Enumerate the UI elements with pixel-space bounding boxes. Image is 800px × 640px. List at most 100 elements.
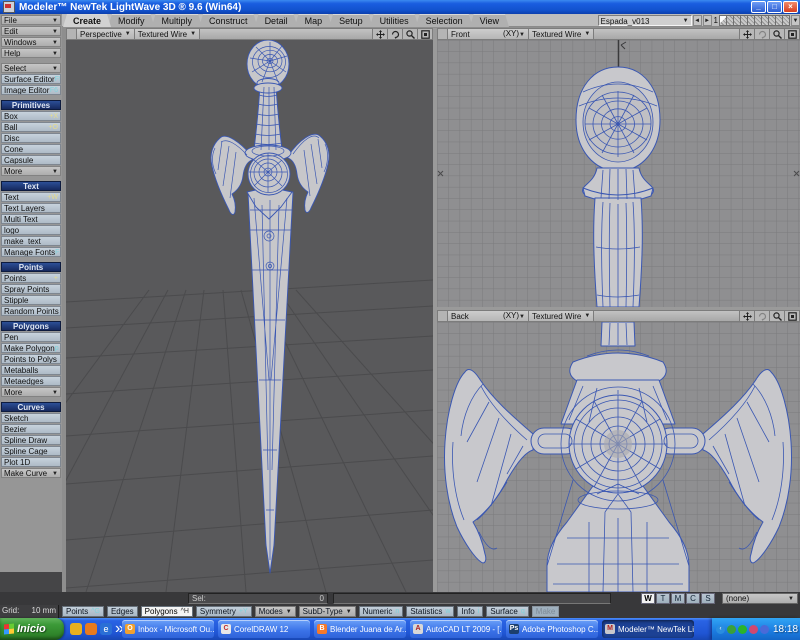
hide-icons-arrow-icon[interactable]: ‹	[716, 624, 725, 634]
viewport-corner-button[interactable]	[438, 311, 448, 321]
sidebar-item-more[interactable]: More ▼	[1, 387, 61, 397]
start-button[interactable]: Inicio	[0, 618, 64, 640]
prev-object-button[interactable]: ◄	[692, 15, 702, 26]
toolbar-button-info[interactable]: Info i	[457, 606, 484, 617]
toolbar-button-surface[interactable]: Surface q	[486, 606, 529, 617]
sidebar-item-ball[interactable]: Ball +O	[1, 122, 61, 132]
restore-button[interactable]: □	[767, 1, 782, 13]
display-settings-icon[interactable]	[760, 624, 769, 634]
pan-icon[interactable]	[739, 29, 754, 39]
viewport-corner-button[interactable]	[438, 29, 448, 39]
vmap-button-m[interactable]: M	[671, 593, 685, 604]
toolbar-button-points[interactable]: Points ^G	[62, 606, 104, 617]
vmap-button-c[interactable]: C	[686, 593, 700, 604]
pan-icon[interactable]	[372, 29, 387, 39]
sidebar-item-logo[interactable]: logo	[1, 225, 61, 235]
toolbar-button-symmetry[interactable]: Symmetry +Y	[195, 606, 252, 617]
green-status-icon[interactable]	[738, 624, 747, 634]
viewport-corner-button[interactable]	[67, 29, 77, 39]
sidebar-item-capsule[interactable]: Capsule	[1, 155, 61, 165]
task-button-autocad-lt-2009-[interactable]: A AutoCAD LT 2009 - [...	[410, 620, 502, 638]
browser-colorful-icon[interactable]	[70, 623, 82, 635]
sidebar-item-surface-editor[interactable]: Surface EditorF5	[1, 74, 61, 84]
pan-icon[interactable]	[739, 311, 754, 321]
tab-multiply[interactable]: Multiply	[152, 14, 203, 27]
rotate-icon[interactable]	[754, 311, 769, 321]
close-button[interactable]: ×	[783, 1, 798, 13]
sidebar-item-make-text[interactable]: make_text	[1, 236, 61, 246]
tab-map[interactable]: Map	[295, 14, 333, 27]
sidebar-item-manage-fonts[interactable]: Manage FontsF10	[1, 247, 61, 257]
tab-view[interactable]: View	[470, 14, 509, 27]
sidebar-item-pen[interactable]: Pen	[1, 332, 61, 342]
internet-explorer-icon[interactable]: e	[100, 623, 112, 635]
orange-app-icon[interactable]	[85, 623, 97, 635]
tab-modify[interactable]: Modify	[108, 14, 155, 27]
vmap-button-w[interactable]: W	[641, 593, 655, 604]
task-button-blender-juana-de-ar-[interactable]: B Blender Juana de Ar...	[314, 620, 406, 638]
zoom-icon[interactable]	[769, 29, 784, 39]
back-viewport[interactable]	[437, 322, 800, 592]
sidebar-item-spray-points[interactable]: Spray Points	[1, 284, 61, 294]
vmap-button-t[interactable]: T	[656, 593, 670, 604]
sidebar-item-stipple[interactable]: Stipple	[1, 295, 61, 305]
front-viewport[interactable]	[437, 40, 800, 307]
sidebar-item-points-to-polys[interactable]: Points to Polys	[1, 354, 61, 364]
tab-create[interactable]: Create	[63, 14, 111, 27]
view-type-dropdown[interactable]: Front (XY)▼	[448, 29, 529, 39]
toolbar-button-edges[interactable]: Edges	[106, 606, 138, 617]
sidebar-item-cone[interactable]: Cone	[1, 144, 61, 154]
vmap-selector[interactable]: (none) ▼	[722, 593, 798, 604]
sidebar-item-select[interactable]: Select ▼	[1, 63, 61, 73]
sidebar-item-help[interactable]: Help ▼	[1, 48, 61, 58]
vmap-button-s[interactable]: S	[701, 593, 715, 604]
zoom-icon[interactable]	[769, 311, 784, 321]
sidebar-item-spline-cage[interactable]: Spline Cage	[1, 446, 61, 456]
sidebar-item-edit[interactable]: Edit ▼	[1, 26, 61, 36]
sidebar-item-sketch[interactable]: Sketch	[1, 413, 61, 423]
sidebar-item-random-points[interactable]: Random Points	[1, 306, 61, 316]
layer-bank-dropdown[interactable]: ▼	[791, 15, 800, 26]
rotate-icon[interactable]	[387, 29, 402, 39]
corel-tray-icon[interactable]	[749, 624, 758, 634]
viewport-divider-horizontal[interactable]	[437, 307, 800, 310]
tab-utilities[interactable]: Utilities	[370, 14, 419, 27]
task-button-modeler-newtek-li-[interactable]: M Modeler™ NewTek Li...	[602, 620, 694, 638]
toolbar-button-modes[interactable]: Modes ▼	[254, 606, 296, 617]
sidebar-item-bezier[interactable]: Bezier	[1, 424, 61, 434]
task-button-adobe-photoshop-c-[interactable]: Ps Adobe Photoshop C...	[506, 620, 598, 638]
tab-setup[interactable]: Setup	[329, 14, 373, 27]
object-selector[interactable]: Espada_v013 ▼	[597, 15, 692, 26]
sidebar-item-spline-draw[interactable]: Spline Draw	[1, 435, 61, 445]
sidebar-item-text-layers[interactable]: Text Layers	[1, 203, 61, 213]
layer-box-10[interactable]	[782, 15, 790, 26]
task-button-inbox-microsoft-ou-[interactable]: O Inbox - Microsoft Ou...	[122, 620, 214, 638]
fit-icon[interactable]	[784, 311, 799, 321]
view-type-dropdown[interactable]: Perspective ▼	[77, 29, 135, 39]
sidebar-item-image-editor[interactable]: Image Editor F6	[1, 85, 61, 95]
sidebar-item-text[interactable]: Text +W	[1, 192, 61, 202]
sidebar-item-more[interactable]: More ▼	[1, 166, 61, 176]
render-mode-dropdown[interactable]: Textured Wire ▼	[529, 29, 595, 39]
sidebar-item-metaedges[interactable]: Metaedges	[1, 376, 61, 386]
minimize-button[interactable]: _	[751, 1, 766, 13]
lightwave-tray-icon[interactable]	[727, 624, 736, 634]
sidebar-item-plot-1d[interactable]: Plot 1D	[1, 457, 61, 467]
task-button-coreldraw-12[interactable]: C CorelDRAW 12	[218, 620, 310, 638]
toolbar-button-polygons[interactable]: Polygons ^H	[140, 606, 193, 617]
perspective-viewport[interactable]	[66, 40, 433, 592]
sidebar-item-make-polygon[interactable]: Make Polygon p	[1, 343, 61, 353]
toolbar-button-numeric[interactable]: Numeric n	[358, 606, 404, 617]
sidebar-item-file[interactable]: File ▼	[1, 15, 61, 25]
sidebar-item-points[interactable]: Points +	[1, 273, 61, 283]
fit-icon[interactable]	[784, 29, 799, 39]
rotate-icon[interactable]	[754, 29, 769, 39]
title-bar[interactable]: Modeler™ NewTek LightWave 3D ® 9.6 (Win6…	[0, 0, 800, 14]
render-mode-dropdown[interactable]: Textured Wire ▼	[134, 29, 201, 39]
sidebar-item-disc[interactable]: Disc	[1, 133, 61, 143]
next-object-button[interactable]: ►	[702, 15, 712, 26]
sidebar-item-windows[interactable]: Windows ▼	[1, 37, 61, 47]
tab-detail[interactable]: Detail	[255, 14, 298, 27]
tab-selection[interactable]: Selection	[416, 14, 473, 27]
sidebar-item-make-curve[interactable]: Make Curve ▼	[1, 468, 61, 478]
